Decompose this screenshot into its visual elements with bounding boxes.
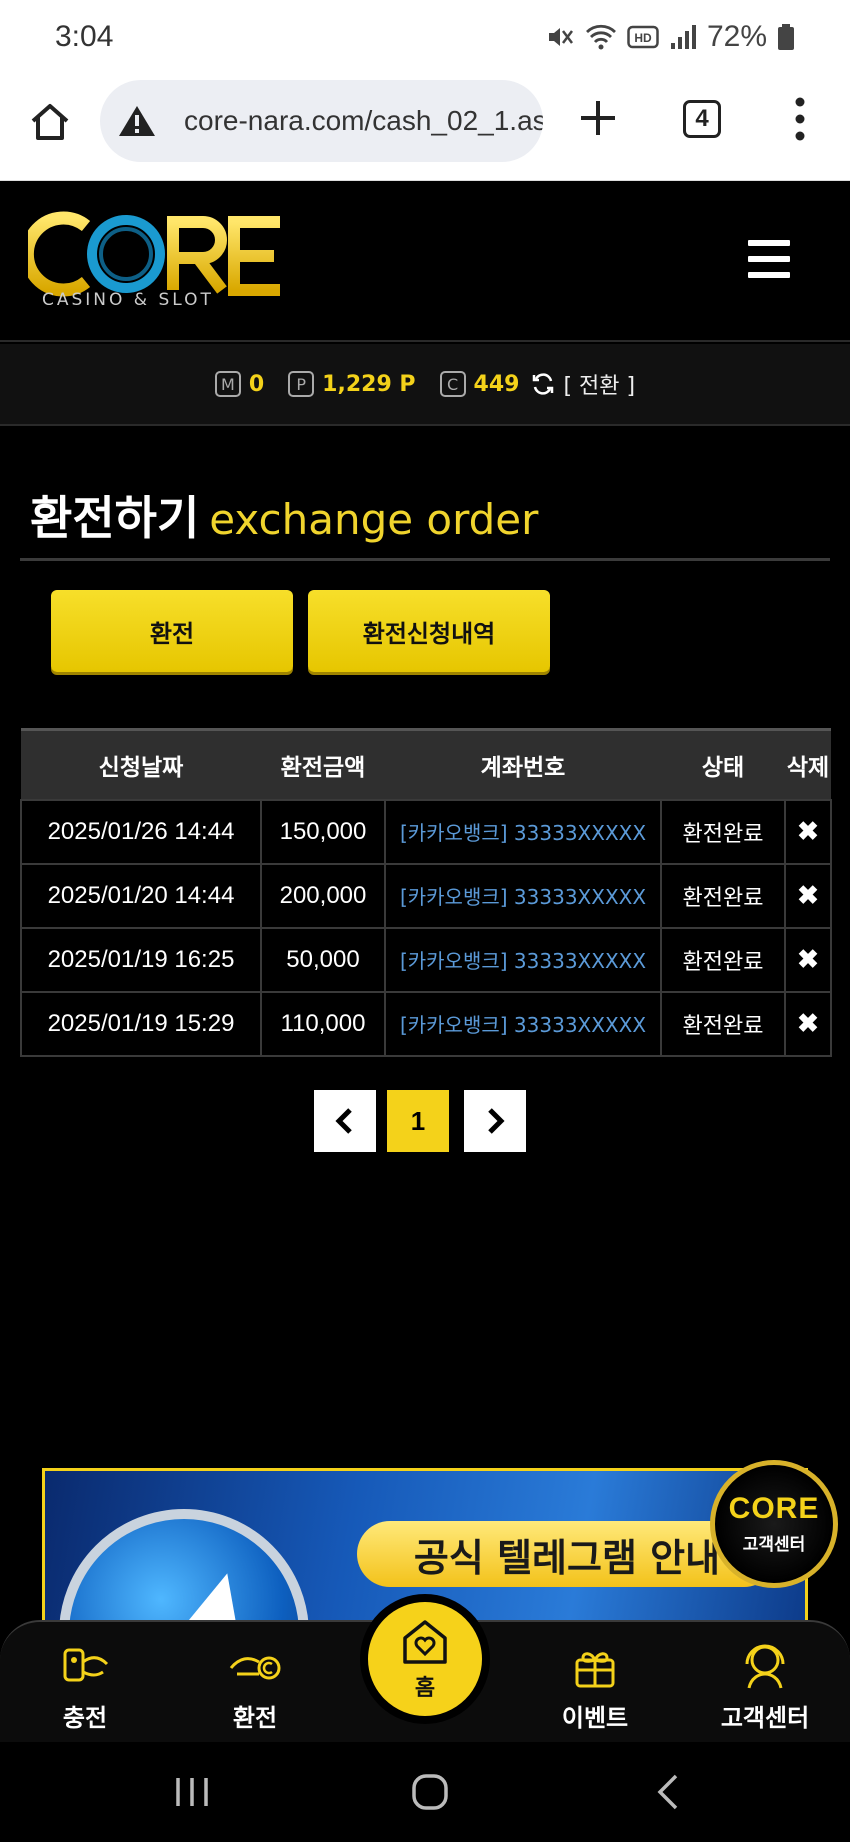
gift-icon xyxy=(575,1652,615,1688)
exchange-button[interactable]: 환전 xyxy=(51,590,293,672)
row-delete[interactable]: ✖ xyxy=(784,862,832,929)
plus-icon[interactable] xyxy=(578,98,618,138)
chevron-right-icon[interactable] xyxy=(484,1107,506,1135)
table-row: 2025/01/19 16:25 50,000 [카카오뱅크] 33333XXX… xyxy=(20,926,832,993)
close-icon[interactable]: ✖ xyxy=(797,880,819,910)
table-row: 2025/01/19 15:29 110,000 [카카오뱅크] 33333XX… xyxy=(20,990,832,1057)
battery-percent: 72% xyxy=(706,20,767,53)
row-account: [카카오뱅크] 33333XXXXX xyxy=(384,990,662,1057)
nav-event[interactable]: 이벤트 xyxy=(535,1638,655,1733)
nav-cs-label: 고객센터 xyxy=(720,1704,810,1732)
table-row: 2025/01/20 14:44 200,000 [카카오뱅크] 33333XX… xyxy=(20,862,832,929)
charge-icon xyxy=(63,1648,109,1682)
system-home-icon[interactable] xyxy=(408,1772,452,1812)
signal-icon xyxy=(670,25,696,49)
money-balance: 0 xyxy=(248,371,265,397)
back-icon[interactable] xyxy=(648,1772,692,1812)
balance-bar: M 0 P 1,229 P C 449 [ 전환 ] xyxy=(0,344,850,426)
table-header-row: 신청날짜 환전금액 계좌번호 상태 삭제 xyxy=(21,728,831,800)
close-icon[interactable]: ✖ xyxy=(797,1008,819,1038)
row-amount: 110,000 xyxy=(260,990,386,1057)
warning-icon[interactable] xyxy=(118,104,156,138)
cs-badge-label: 고객센터 xyxy=(742,1534,806,1555)
wifi-icon xyxy=(585,24,616,50)
site-header: CASINO & SLOT xyxy=(0,182,850,342)
headset-icon xyxy=(745,1644,785,1689)
tab-switcher-button[interactable]: 4 xyxy=(683,100,721,138)
hamburger-icon[interactable] xyxy=(748,240,790,278)
hd-icon: HD xyxy=(627,25,659,49)
nav-home[interactable]: 홈 xyxy=(360,1594,490,1724)
status-time: 3:04 xyxy=(55,20,114,53)
header-date: 신청날짜 xyxy=(21,728,261,800)
address-bar[interactable]: core-nara.com/cash_02_1.asp xyxy=(100,80,543,162)
chevron-left-icon[interactable] xyxy=(334,1107,356,1135)
system-navigation-bar xyxy=(0,1742,850,1842)
status-bar: 3:04 HD 72% xyxy=(0,0,850,80)
point-balance: 1,229 P xyxy=(322,371,416,397)
close-icon[interactable]: ✖ xyxy=(797,816,819,846)
nav-home-label: 홈 xyxy=(414,1676,436,1701)
close-icon[interactable]: ✖ xyxy=(797,944,819,974)
recent-apps-icon[interactable] xyxy=(170,1772,214,1812)
row-date: 2025/01/19 15:29 xyxy=(20,990,262,1057)
customer-center-badge[interactable]: CORE 고객센터 xyxy=(710,1460,838,1588)
page-title-english: exchange order xyxy=(209,495,539,544)
battery-icon xyxy=(778,24,794,50)
nav-event-label: 이벤트 xyxy=(561,1704,629,1732)
status-icons: HD 72% xyxy=(545,20,795,54)
header-amount: 환전금액 xyxy=(261,728,385,800)
row-status: 환전완료 xyxy=(660,798,786,865)
convert-button[interactable]: [ 전환 ] xyxy=(563,368,635,400)
row-date: 2025/01/19 16:25 xyxy=(20,926,262,993)
table-row: 2025/01/26 14:44 150,000 [카카오뱅크] 33333XX… xyxy=(20,798,832,865)
exchange-history-table: 신청날짜 환전금액 계좌번호 상태 삭제 2025/01/26 14:44 15… xyxy=(20,728,832,1057)
point-icon: P xyxy=(288,371,315,397)
page-title-korean: 환전하기 xyxy=(30,491,200,545)
cs-badge-logo: CORE xyxy=(728,1491,820,1525)
row-account: [카카오뱅크] 33333XXXXX xyxy=(384,862,662,929)
nav-exchange[interactable]: 환전 xyxy=(195,1638,315,1733)
home-icon[interactable] xyxy=(28,100,72,144)
title-divider xyxy=(20,558,830,561)
coin-balance: 449 xyxy=(473,371,520,397)
row-delete[interactable]: ✖ xyxy=(784,798,832,865)
header-account: 계좌번호 xyxy=(385,728,661,800)
row-amount: 150,000 xyxy=(260,798,386,865)
header-status: 상태 xyxy=(661,728,785,800)
money-icon: M xyxy=(214,371,241,397)
row-date: 2025/01/26 14:44 xyxy=(20,798,262,865)
pagination-prev-button[interactable] xyxy=(314,1090,376,1152)
pagination-page-1[interactable]: 1 xyxy=(387,1090,449,1152)
row-amount: 200,000 xyxy=(260,862,386,929)
row-status: 환전완료 xyxy=(660,862,786,929)
row-delete[interactable]: ✖ xyxy=(784,990,832,1057)
coin-icon: C xyxy=(439,371,466,397)
row-delete[interactable]: ✖ xyxy=(784,926,832,993)
row-account: [카카오뱅크] 33333XXXXX xyxy=(384,926,662,993)
bottom-navigation: 충전 환전 홈 이벤트 고객센터 xyxy=(0,1594,850,1742)
nav-charge-label: 충전 xyxy=(62,1704,108,1732)
row-status: 환전완료 xyxy=(660,926,786,993)
row-status: 환전완료 xyxy=(660,990,786,1057)
exchange-history-button[interactable]: 환전신청내역 xyxy=(308,590,550,672)
page-title: 환전하기 exchange order xyxy=(30,482,538,548)
url-text[interactable]: core-nara.com/cash_02_1.asp xyxy=(184,105,543,137)
exchange-icon xyxy=(229,1656,281,1680)
mute-icon xyxy=(548,28,573,46)
more-vert-icon[interactable] xyxy=(790,96,810,142)
row-date: 2025/01/20 14:44 xyxy=(20,862,262,929)
logo-subtitle: CASINO & SLOT xyxy=(42,290,214,310)
refresh-icon[interactable] xyxy=(531,372,555,396)
row-account: [카카오뱅크] 33333XXXXX xyxy=(384,798,662,865)
pagination-next-button[interactable] xyxy=(464,1090,526,1152)
svg-text:HD: HD xyxy=(634,31,652,45)
nav-customer-center[interactable]: 고객센터 xyxy=(705,1638,825,1733)
row-amount: 50,000 xyxy=(260,926,386,993)
nav-exchange-label: 환전 xyxy=(232,1704,278,1732)
home-heart-icon xyxy=(403,1620,447,1664)
browser-toolbar: core-nara.com/cash_02_1.asp 4 xyxy=(0,80,850,181)
nav-charge[interactable]: 충전 xyxy=(25,1638,145,1733)
header-delete: 삭제 xyxy=(785,728,831,800)
